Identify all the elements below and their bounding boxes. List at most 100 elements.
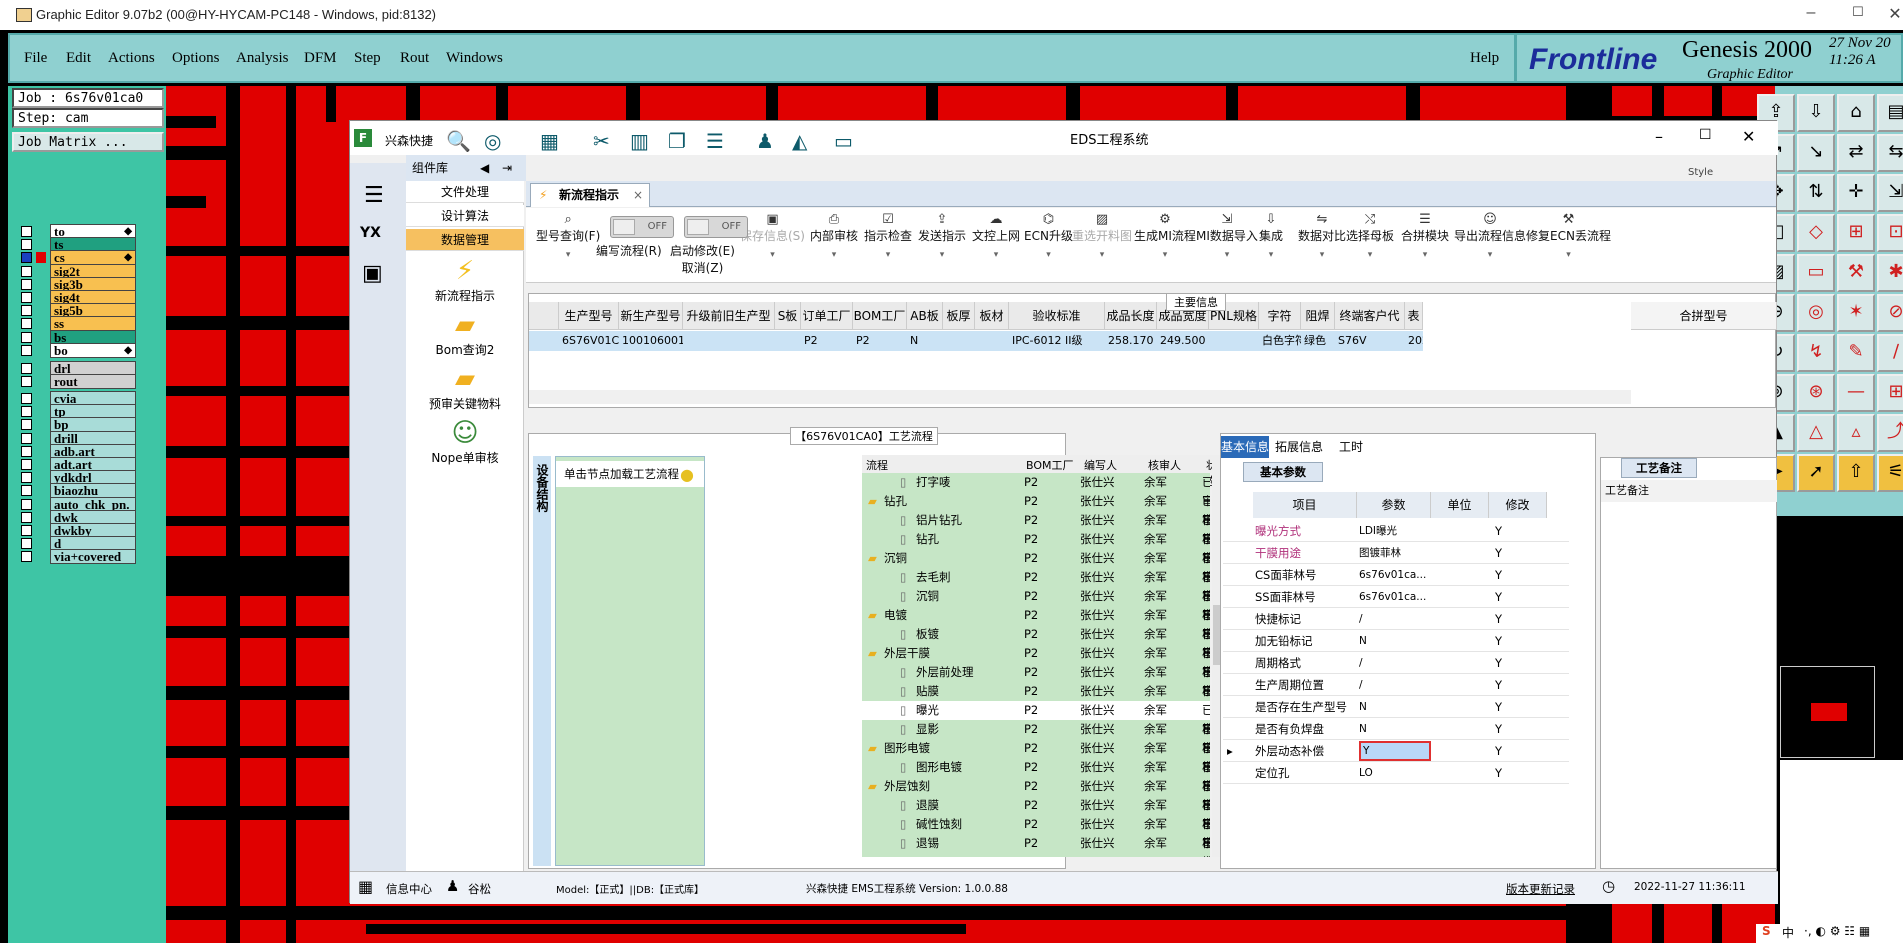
layer-checkbox[interactable] <box>21 318 32 330</box>
prop-modify[interactable]: Y <box>1495 718 1502 740</box>
prop-header[interactable]: 项目 <box>1253 492 1357 518</box>
tree-row[interactable]: ▰ 图形电镀 P2 张仕兴 余军 已审核 <box>862 739 1210 793</box>
layer-name[interactable]: bo ◆ <box>50 342 136 358</box>
tree-row[interactable]: ▯ 铝片钻孔 P2 张仕兴 余军 已审核 <box>862 511 1210 565</box>
tree-row[interactable]: ▰ 外层干膜 P2 张仕兴 余军 已审核 <box>862 644 1210 698</box>
tool-button[interactable]: ⇲ <box>1877 174 1903 212</box>
close-button[interactable]: ✕ <box>1880 4 1903 26</box>
grid-header[interactable]: 板厚 <box>943 302 975 330</box>
ribbon-ecn-button[interactable]: ⌬ ECN升级 ▾ <box>1024 212 1073 260</box>
ribbon-upload-button[interactable]: ⇪ 发送指示 ▾ <box>918 212 966 260</box>
prop-row[interactable]: ▸ 外层动态补偿 Y Y <box>1223 740 1569 762</box>
tool-button[interactable]: ▤ <box>1877 94 1903 132</box>
menu-edit[interactable]: Edit <box>66 50 91 67</box>
nope-review-button[interactable]: ☺ Nope单审核 <box>406 417 524 466</box>
grid-cell[interactable] <box>1209 331 1259 351</box>
grid-cell[interactable]: N <box>907 331 943 351</box>
monitor-icon[interactable]: ▭ <box>834 129 853 153</box>
grid-header[interactable]: 字符 <box>1259 302 1301 330</box>
layer-checkbox[interactable] <box>21 331 32 343</box>
tree-row[interactable]: ▯ 退锡 P2 张仕兴 余军 已审核 <box>862 834 1210 857</box>
layer-checkbox[interactable] <box>21 265 32 277</box>
robot-icon[interactable]: ▣ <box>362 261 383 286</box>
tool-button[interactable]: ⊡ <box>1877 214 1903 252</box>
grid-cell[interactable]: 白色字符 <box>1259 331 1301 351</box>
vertical-tab[interactable]: 设备结构 <box>533 456 551 866</box>
grid-header[interactable]: BOM工厂 <box>853 302 907 330</box>
prop-modify[interactable]: Y <box>1495 608 1502 630</box>
tree-row[interactable]: ▯ 曝光 P2 张仕兴 余军 已审核 <box>862 701 1210 755</box>
tool-button[interactable]: ✎ <box>1837 334 1875 372</box>
ribbon-list-button[interactable]: ☰ 合拼模块 ▾ <box>1401 212 1449 260</box>
info-center[interactable]: 信息中心 <box>386 881 432 897</box>
tree-col-header[interactable]: 核审人 <box>1148 457 1181 473</box>
tool-button[interactable]: ▭ <box>1797 254 1835 292</box>
prop-header[interactable]: 单位 <box>1431 492 1489 518</box>
tool-button[interactable]: ⇧ <box>1837 454 1875 492</box>
lifebuoy-icon[interactable]: ◎ <box>484 129 501 153</box>
tool-button[interactable]: ⊞ <box>1877 374 1903 412</box>
clipboard-icon[interactable]: ❐ <box>668 129 686 153</box>
prop-value[interactable]: 6s76v01ca... <box>1359 586 1431 608</box>
tree-col-header[interactable]: 编写人 <box>1084 457 1117 473</box>
tool-button[interactable]: ✱ <box>1877 254 1903 292</box>
layer-checkbox[interactable] <box>21 305 32 317</box>
tree-row[interactable]: ▰ 电镀 P2 张仕兴 余军 已审核 <box>862 606 1210 660</box>
ribbon-check-button[interactable]: ☑ 指示检查 ▾ <box>864 212 912 260</box>
layer-checkbox[interactable] <box>21 498 32 510</box>
prop-value[interactable]: / <box>1359 674 1431 696</box>
bom-query-button[interactable]: ▰ Bom查询2 <box>406 309 524 358</box>
grid-header[interactable]: AB板 <box>907 302 943 330</box>
prop-row[interactable]: 生产周期位置 / Y <box>1223 674 1569 696</box>
layer-checkbox[interactable] <box>21 363 32 374</box>
layer-checkbox[interactable] <box>21 459 32 470</box>
prop-header[interactable]: 参数 <box>1357 492 1431 518</box>
tree-row[interactable]: ▯ 退膜 P2 张仕兴 余军 已审核 <box>862 796 1210 850</box>
tool-button[interactable]: ⊘ <box>1877 294 1903 332</box>
layer-checkbox[interactable] <box>21 445 32 457</box>
prop-modify[interactable]: Y <box>1495 762 1502 784</box>
layer-row[interactable]: via+covered <box>12 549 142 565</box>
prop-row[interactable]: SS面菲林号 6s76v01ca... Y <box>1223 586 1569 608</box>
ribbon-search-button[interactable]: ⌕ 型号查询(F) ▾ <box>536 212 600 260</box>
layer-checkbox[interactable] <box>21 472 32 484</box>
tool-button[interactable]: ⚒ <box>1837 254 1875 292</box>
grid-cell[interactable] <box>943 331 975 351</box>
layer-checkbox[interactable] <box>21 344 32 356</box>
layer-row[interactable]: bo ◆ <box>12 342 142 358</box>
tree-row[interactable]: ▯ 显影 P2 张仕兴 余军 已审核 <box>862 720 1210 774</box>
grid-cell[interactable]: 249.500 <box>1157 331 1209 351</box>
eds-close-button[interactable]: ✕ <box>1742 127 1755 146</box>
tool-button[interactable]: ▵ <box>1837 414 1875 452</box>
grid-cell[interactable]: 2022 <box>1405 331 1423 351</box>
prop-modify[interactable]: Y <box>1495 564 1502 586</box>
layer-checkbox[interactable] <box>21 485 32 497</box>
grid-header[interactable]: 阻焊 <box>1301 302 1335 330</box>
side-item-data[interactable]: 数据管理 <box>406 229 524 251</box>
grid-cell[interactable]: IPC-6012 II级 <box>1009 331 1105 351</box>
tool-button[interactable]: ◎ <box>1797 294 1835 332</box>
prop-row[interactable]: 周期格式 / Y <box>1223 652 1569 674</box>
prop-value[interactable]: N <box>1359 630 1431 652</box>
maximize-button[interactable]: ☐ <box>1843 4 1873 26</box>
grid-icon[interactable]: ▦ <box>540 129 559 153</box>
side-item-design[interactable]: 设计算法 <box>406 205 524 227</box>
menu-options[interactable]: Options <box>172 50 220 67</box>
grid-header[interactable]: 生产型号 <box>559 302 619 330</box>
tool-button[interactable]: ✶ <box>1837 294 1875 332</box>
toggle-switch[interactable]: OFF <box>684 216 748 238</box>
grid-cell[interactable]: 10010600114095 <box>619 331 683 351</box>
minimize-button[interactable]: – <box>1796 4 1826 26</box>
tool-button[interactable]: ↯ <box>1797 334 1835 372</box>
layer-checkbox[interactable] <box>21 278 32 290</box>
prop-modify[interactable]: Y <box>1495 652 1502 674</box>
prop-row[interactable]: 加无铅标记 N Y <box>1223 630 1569 652</box>
tool-button[interactable]: ⤴ <box>1877 414 1903 452</box>
layer-checkbox[interactable] <box>21 252 32 264</box>
ribbon-compare-button[interactable]: ⇋ 数据对比 ▾ <box>1298 212 1346 260</box>
prop-row[interactable]: 曝光方式 LDI曝光 Y <box>1223 520 1569 542</box>
menu-rout[interactable]: Rout <box>400 50 429 67</box>
ime-mode[interactable]: 中 <box>1782 924 1794 941</box>
tree-row[interactable]: ▰ 外层蚀刻 P2 张仕兴 余军 已审核 <box>862 777 1210 831</box>
ribbon-image-button[interactable]: ▨ 重选开料图 ▾ <box>1072 212 1132 260</box>
